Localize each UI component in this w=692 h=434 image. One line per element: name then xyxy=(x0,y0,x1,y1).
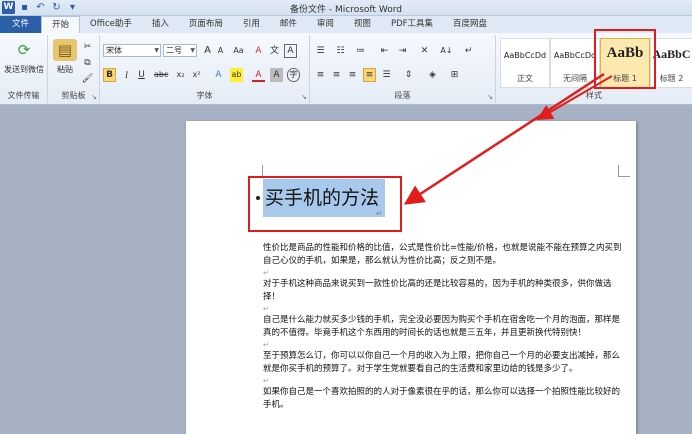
distributed-icon[interactable]: ☰ xyxy=(380,68,393,82)
title-bar: W ▪ ↶ ↻ ▾ 备份文件 - Microsoft Word xyxy=(0,0,692,16)
send-to-wechat-label: 发送到微信 xyxy=(4,65,44,74)
tab-file[interactable]: 文件 xyxy=(0,16,42,33)
style-no-spacing-name: 无间隔 xyxy=(563,74,587,83)
group-file-transfer: ⟳ 发送到微信 文件传输 xyxy=(0,35,48,103)
tab-references[interactable]: 引用 xyxy=(233,16,270,33)
font-size-combo[interactable]: 二号 ▼ xyxy=(163,44,197,57)
chinese-layout-icon[interactable]: ✕ xyxy=(418,44,431,58)
paragraph-mark: ↵ xyxy=(263,341,269,349)
style-normal[interactable]: AaBbCcDd 正文 xyxy=(500,38,550,88)
bullets-icon[interactable]: ☰ xyxy=(314,44,327,58)
subscript-button[interactable]: x₂ xyxy=(174,68,187,82)
underline-button[interactable]: U xyxy=(135,68,148,82)
paragraph-launcher-icon[interactable]: ↘ xyxy=(487,93,493,101)
style-heading-2-sample: AaBbC xyxy=(652,47,691,61)
paste-button[interactable]: ▤ 粘贴 xyxy=(52,39,78,75)
tab-mailings[interactable]: 邮件 xyxy=(270,16,307,33)
line-spacing-icon[interactable]: ⇕ xyxy=(402,68,415,82)
group-clipboard: ▤ 粘贴 ✂ ⧉ 🖌 剪贴板 ↘ xyxy=(48,35,100,103)
clear-formatting-button[interactable]: A xyxy=(252,44,265,58)
paste-icon: ▤ xyxy=(53,39,77,61)
cut-icon[interactable]: ✂ xyxy=(81,40,94,54)
decrease-indent-icon[interactable]: ⇤ xyxy=(378,44,391,58)
character-border-button[interactable]: A xyxy=(284,44,297,58)
justify-icon[interactable]: ≡ xyxy=(363,68,376,82)
paste-label: 粘贴 xyxy=(57,65,73,74)
style-heading-2-name: 标题 2 xyxy=(659,74,684,83)
font-color-button[interactable]: A xyxy=(252,68,265,82)
format-painter-icon[interactable]: 🖌 xyxy=(81,72,94,86)
tab-review[interactable]: 审阅 xyxy=(307,16,344,33)
increase-indent-icon[interactable]: ⇥ xyxy=(396,44,409,58)
grow-font-button[interactable]: A xyxy=(201,44,214,58)
shading-icon[interactable]: ◈ xyxy=(426,68,439,82)
shrink-font-button[interactable]: A xyxy=(214,44,227,58)
superscript-button[interactable]: x² xyxy=(190,68,203,82)
tab-insert[interactable]: 插入 xyxy=(142,16,179,33)
tab-home[interactable]: 开始 xyxy=(41,16,81,33)
strikethrough-button[interactable]: abc xyxy=(154,68,168,82)
italic-button[interactable]: I xyxy=(120,68,133,82)
align-right-icon[interactable]: ≡ xyxy=(346,68,359,82)
paragraph[interactable]: 对于手机这种商品来说买到一款性价比高的还是比较容易的，因为手机的种类很多，供你做… xyxy=(263,278,625,304)
paragraph-mark: ↵ xyxy=(263,305,269,313)
font-name-combo[interactable]: 宋体 ▼ xyxy=(103,44,161,57)
tab-baidu-netdisk[interactable]: 百度网盘 xyxy=(443,16,497,33)
phonetic-guide-button[interactable]: 文 xyxy=(268,44,281,58)
font-launcher-icon[interactable]: ↘ xyxy=(301,93,307,101)
tab-pdf-tools[interactable]: PDF工具集 xyxy=(381,16,443,33)
ribbon-tabs: 文件 开始 Office助手 插入 页面布局 引用 邮件 审阅 视图 PDF工具… xyxy=(0,16,692,33)
window-title: 备份文件 - Microsoft Word xyxy=(290,5,402,15)
ribbon: ⟳ 发送到微信 文件传输 ▤ 粘贴 ✂ ⧉ 🖌 剪贴板 ↘ 宋体 ▼ 二号 ▼ … xyxy=(0,33,692,105)
sort-button[interactable]: A↓ xyxy=(440,44,453,58)
chevron-down-icon: ▼ xyxy=(154,47,159,54)
tab-page-layout[interactable]: 页面布局 xyxy=(179,16,233,33)
group-paragraph: ☰ ☷ ≔ ⇤ ⇥ ✕ A↓ ↵ ≡ ≡ ≡ ≡ ☰ ⇕ ◈ ⊞ 段落 ↘ xyxy=(310,35,496,103)
align-left-icon[interactable]: ≡ xyxy=(314,68,327,82)
show-marks-button[interactable]: ↵ xyxy=(462,44,475,58)
bold-button[interactable]: B xyxy=(103,68,116,82)
font-size-value: 二号 xyxy=(166,46,182,55)
document-page[interactable]: 买手机的方法 ↵ 性价比是商品的性能和价格的比值，公式是性价比=性能/价格，也就… xyxy=(186,121,636,434)
numbering-icon[interactable]: ☷ xyxy=(334,44,347,58)
paragraph[interactable]: 自己是什么能力就买多少钱的手机，完全没必要因为购买个手机在宿舍吃一个月的泡面，那… xyxy=(263,314,625,340)
tab-view[interactable]: 视图 xyxy=(344,16,381,33)
group-label-file-transfer: 文件传输 xyxy=(7,91,40,100)
style-normal-name: 正文 xyxy=(517,74,533,83)
heading-callout-box xyxy=(248,176,402,232)
borders-icon[interactable]: ⊞ xyxy=(448,68,461,82)
style-normal-sample: AaBbCcDd xyxy=(503,51,547,60)
clipboard-launcher-icon[interactable]: ↘ xyxy=(91,93,97,101)
copy-icon[interactable]: ⧉ xyxy=(81,56,94,70)
paragraph[interactable]: 性价比是商品的性能和价格的比值，公式是性价比=性能/价格，也就是说能不能在预算之… xyxy=(263,242,625,268)
style-no-spacing-sample: AaBbCcDd xyxy=(553,51,597,60)
send-to-wechat-button[interactable]: ⟳ 发送到微信 xyxy=(2,39,46,75)
paragraph[interactable]: 如果你自己是一个喜欢拍照的的人对于像素很在乎的话，那么你可以选择一个拍照性能比较… xyxy=(263,386,625,412)
chevron-down-icon: ▼ xyxy=(190,47,195,54)
text-effects-button[interactable]: A xyxy=(212,68,225,82)
align-center-icon[interactable]: ≡ xyxy=(330,68,343,82)
paragraph[interactable]: 至于预算怎么订，你可以以你自己一个月的收入为上限，把你自己一个月的必要支出减掉，… xyxy=(263,350,625,376)
group-font: 宋体 ▼ 二号 ▼ A A Aa A 文 A B I U abc x₂ x² A… xyxy=(100,35,310,103)
tab-office-assistant[interactable]: Office助手 xyxy=(80,16,142,33)
multilevel-list-icon[interactable]: ≔ xyxy=(354,44,367,58)
change-case-button[interactable]: Aa xyxy=(232,44,245,58)
character-shading-button[interactable]: A xyxy=(270,68,283,82)
page-corner-mark xyxy=(618,165,630,177)
style-heading-2[interactable]: AaBbC 标题 2 xyxy=(650,38,692,88)
style-callout-box xyxy=(594,29,656,89)
group-label-paragraph: 段落 xyxy=(394,91,411,100)
font-name-value: 宋体 xyxy=(106,46,122,55)
paragraph-mark: ↵ xyxy=(263,269,269,277)
group-label-styles: 样式 xyxy=(586,91,602,100)
document-body[interactable]: 性价比是商品的性能和价格的比值，公式是性价比=性能/价格，也就是说能不能在预算之… xyxy=(263,242,625,412)
wechat-icon: ⟳ xyxy=(17,41,31,59)
group-label-font: 字体 xyxy=(196,91,213,100)
highlight-button[interactable]: ab xyxy=(230,68,243,82)
style-no-spacing[interactable]: AaBbCcDd 无间隔 xyxy=(550,38,600,88)
paragraph-mark: ↵ xyxy=(263,377,269,385)
enclose-characters-button[interactable]: 字 xyxy=(287,68,300,82)
